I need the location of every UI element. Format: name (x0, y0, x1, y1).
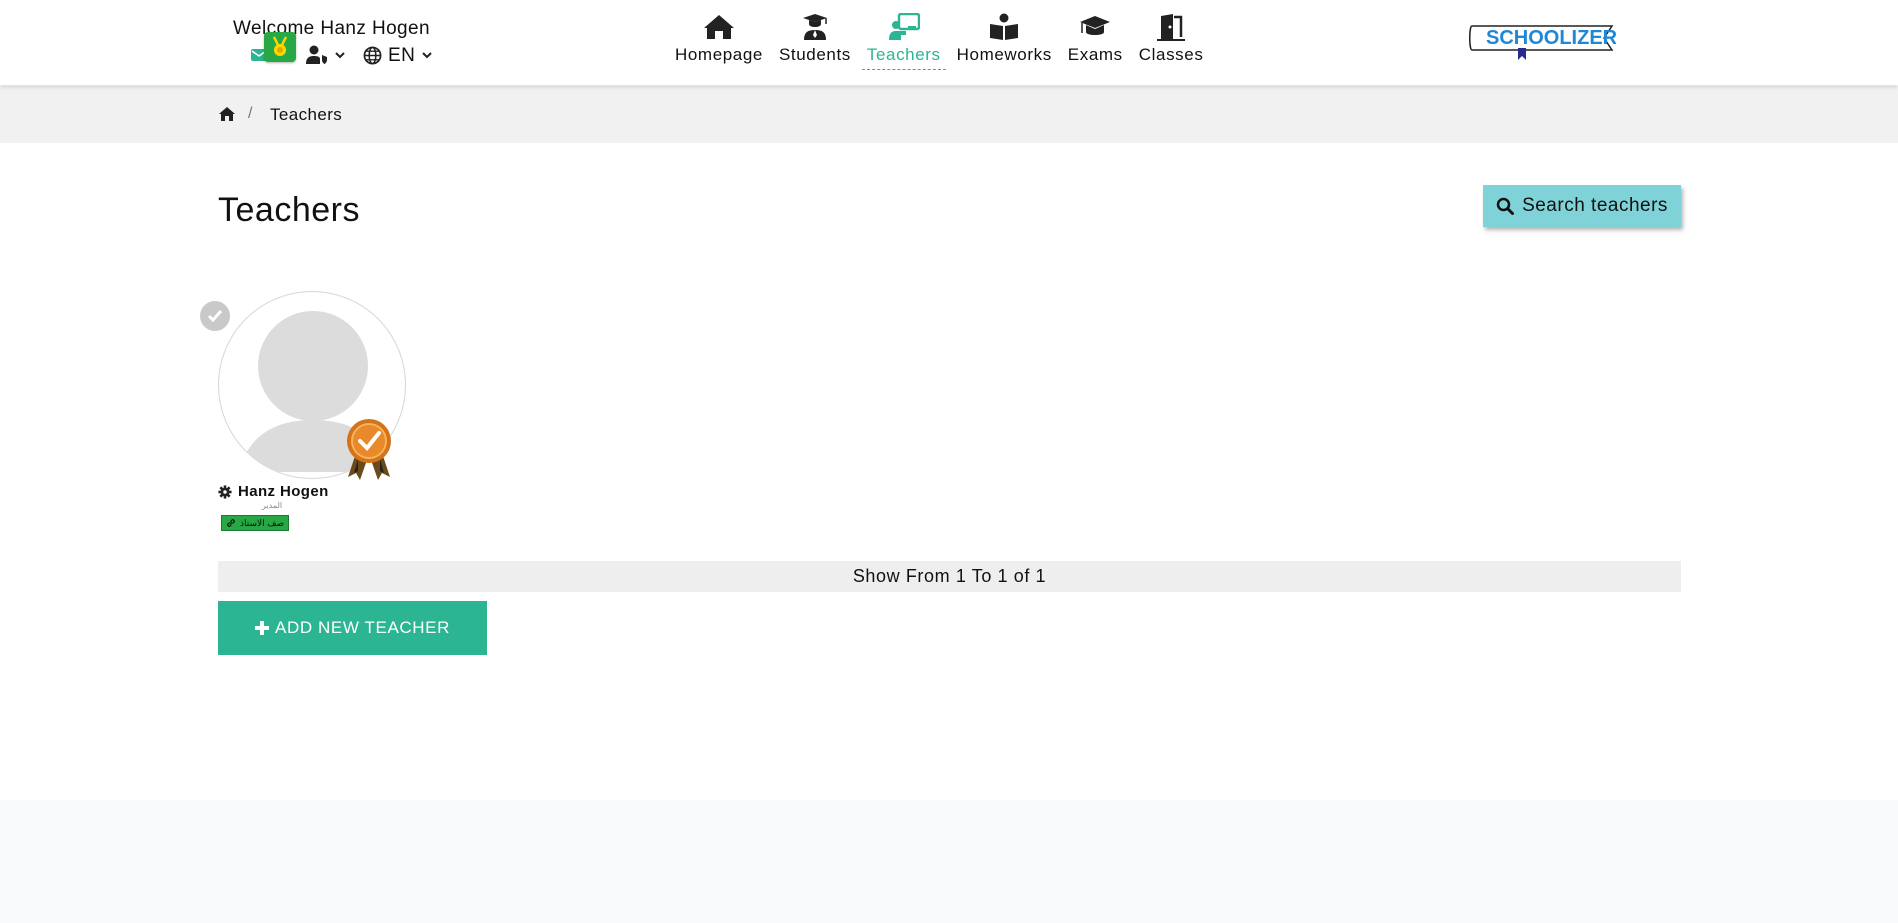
medal-badge[interactable] (264, 32, 296, 62)
nav-teachers[interactable]: Teachers (861, 13, 946, 70)
chevron-down-icon[interactable] (335, 50, 345, 60)
user-shield-icon[interactable] (305, 45, 329, 65)
teacher-class-link[interactable]: صف الاستاذ (221, 515, 290, 531)
gear-icon[interactable] (218, 484, 232, 499)
schoolizer-logo[interactable]: SCHOOLIZER (1468, 22, 1616, 62)
graduation-cap-icon (1080, 16, 1111, 35)
teacher-card[interactable]: Hanz Hogen المدير صف الاستاذ (200, 291, 430, 531)
language-selector[interactable]: EN (388, 45, 415, 67)
svg-text:SCHOOLIZER: SCHOOLIZER (1486, 27, 1616, 49)
main-content: Teachers Search teachers Hanz Hogen المد… (0, 143, 1898, 800)
nav-students[interactable]: Students (774, 13, 856, 70)
book-reader-icon (990, 13, 1019, 40)
teacher-icon (888, 13, 920, 40)
award-badge-icon (347, 419, 391, 480)
chevron-down-icon[interactable] (422, 50, 432, 60)
search-icon (1496, 197, 1515, 215)
add-new-teacher-button[interactable]: ADD NEW TEACHER (218, 601, 487, 655)
home-icon (703, 15, 734, 39)
add-new-teacher-label: ADD NEW TEACHER (275, 618, 450, 637)
search-teachers-button[interactable]: Search teachers (1483, 185, 1681, 227)
select-checkbox[interactable] (200, 301, 230, 331)
welcome-text: Welcome Hanz Hogen (233, 18, 430, 39)
teacher-name-label: Hanz Hogen (238, 483, 329, 500)
search-teachers-label: Search teachers (1522, 195, 1668, 216)
home-icon[interactable] (218, 106, 236, 122)
check-icon (207, 310, 223, 323)
nav-exams[interactable]: Exams (1063, 13, 1128, 70)
student-icon (802, 14, 827, 40)
door-open-icon (1157, 14, 1186, 41)
breadcrumb-current: Teachers (270, 105, 343, 124)
breadcrumb-separator: / (248, 105, 253, 122)
main-nav: Homepage Students Teachers Homeworks Exa… (670, 13, 1214, 70)
teacher-role: المدير (262, 501, 283, 510)
globe-icon[interactable] (363, 46, 382, 65)
link-icon (227, 519, 235, 527)
medal-icon (272, 36, 288, 56)
teacher-class-tag: صف الاستاذ (240, 517, 285, 528)
breadcrumb: / Teachers (0, 86, 1898, 143)
top-navbar: Welcome Hanz Hogen EN Homepage Students … (0, 0, 1898, 85)
nav-homepage[interactable]: Homepage (670, 13, 768, 70)
pagination-info: Show From 1 To 1 of 1 (218, 561, 1681, 592)
nav-classes[interactable]: Classes (1134, 13, 1209, 70)
nav-homeworks[interactable]: Homeworks (952, 13, 1057, 70)
teacher-name[interactable]: Hanz Hogen (218, 483, 329, 500)
page-title: Teachers (218, 191, 360, 229)
plus-icon (255, 621, 270, 635)
